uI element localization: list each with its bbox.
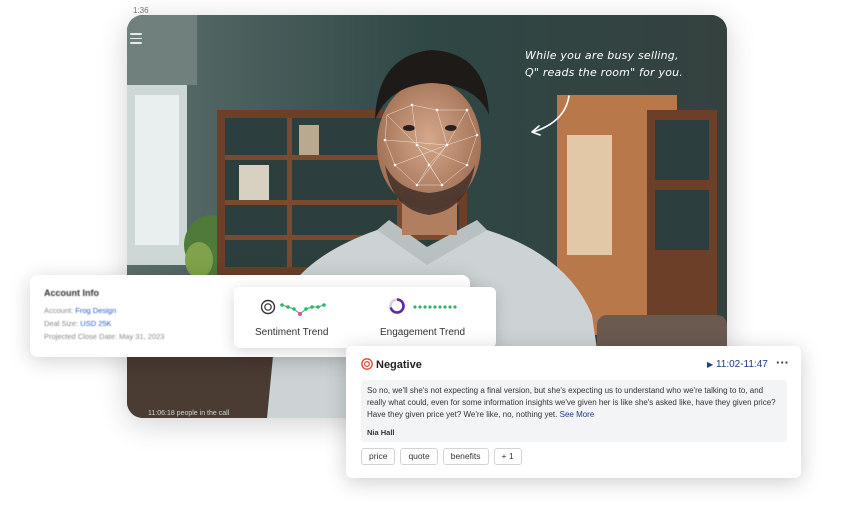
- annotation-line-2: Q" reads the room" for you.: [525, 66, 683, 79]
- more-tags-chip[interactable]: + 1: [493, 448, 522, 465]
- sentiment-trend-label: Sentiment Trend: [255, 327, 329, 338]
- play-clip-button[interactable]: ▶ 11:02-11:47: [707, 359, 768, 370]
- account-link[interactable]: Frog Design: [75, 306, 116, 315]
- account-row: Account: Frog Design: [44, 306, 116, 315]
- engagement-trend-label: Engagement Trend: [380, 327, 466, 338]
- annotation-text: While you are busy selling, Q" reads the…: [525, 47, 710, 81]
- card-title: Negative: [376, 359, 422, 371]
- see-more-link[interactable]: See More: [560, 410, 595, 419]
- speaker-name: Nia Hall: [367, 428, 395, 437]
- deal-size-row: Deal Size: USD 25K: [44, 319, 112, 328]
- sentiment-trend-icon: [261, 299, 326, 316]
- negative-sentiment-icon: [361, 358, 373, 370]
- more-options-icon[interactable]: ···: [776, 355, 789, 370]
- engagement-trend-icon: [389, 298, 457, 314]
- deal-size-value: USD 25K: [80, 319, 112, 328]
- quote-text: So no, we'll she's not expecting a final…: [367, 385, 779, 421]
- quote-box: So no, we'll she's not expecting a final…: [361, 380, 787, 442]
- tag-chip[interactable]: price: [361, 448, 396, 465]
- status-time: 1:36: [133, 6, 149, 15]
- play-icon: ▶: [707, 360, 714, 369]
- tag-chip[interactable]: quote: [400, 448, 438, 465]
- tag-list: price quote benefits + 1: [361, 448, 522, 465]
- account-label: Account:: [44, 306, 74, 315]
- deal-size-label: Deal Size:: [44, 319, 79, 328]
- time-range: 11:02-11:47: [715, 359, 768, 370]
- annotation-line-1: While you are busy selling,: [525, 49, 679, 62]
- video-caption: 11:06:18 people in the call: [148, 410, 230, 417]
- curved-arrow-icon: [531, 95, 570, 136]
- account-info-title: Account Info: [44, 288, 99, 298]
- trends-card: Sentiment Trend Engagement Trend: [234, 287, 496, 348]
- tag-chip[interactable]: benefits: [442, 448, 489, 465]
- menu-icon[interactable]: [130, 33, 142, 44]
- close-date: Projected Close Date: May 31, 2023: [44, 332, 165, 341]
- negative-insight-card: Negative ▶ 11:02-11:47 ··· So no, we'll …: [346, 346, 801, 478]
